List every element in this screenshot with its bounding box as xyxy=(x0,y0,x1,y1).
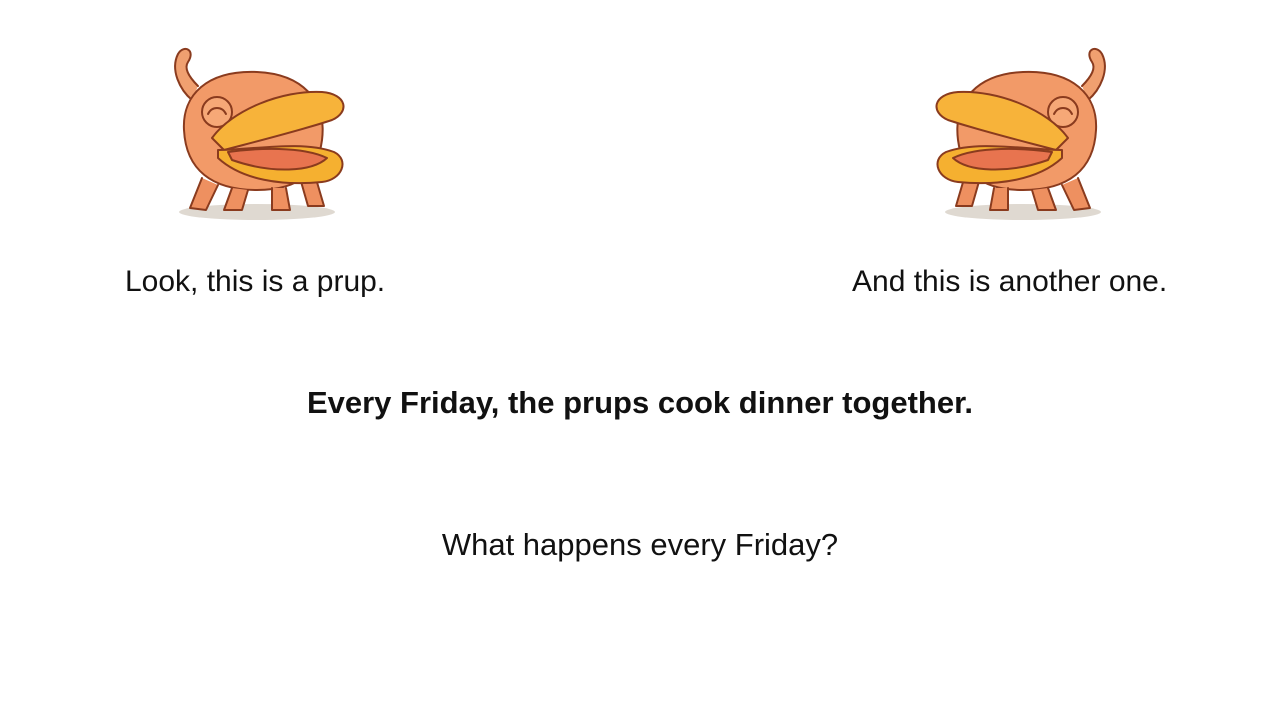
slide: Look, this is a prup. And this is anothe… xyxy=(0,0,1280,720)
prup-creature-icon xyxy=(935,47,1106,220)
prup-creature-icon xyxy=(174,47,345,220)
question-text: What happens every Friday? xyxy=(441,527,839,562)
prup-illustration-right xyxy=(928,40,1118,230)
caption-left: Look, this is a prup. xyxy=(125,265,386,298)
statement-text: Every Friday, the prups cook dinner toge… xyxy=(306,385,974,420)
caption-right: And this is another one. xyxy=(852,265,1168,298)
prup-illustration-left xyxy=(162,40,352,230)
